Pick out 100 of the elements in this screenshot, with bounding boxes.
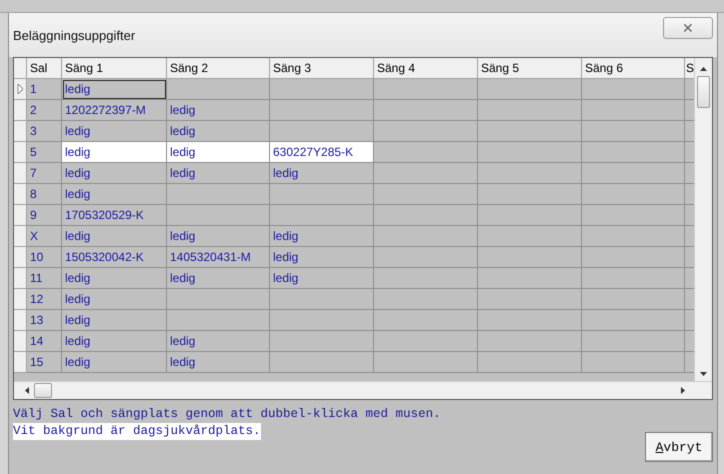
empty-cell[interactable] bbox=[374, 289, 478, 310]
table-cell[interactable]: ledig bbox=[62, 142, 167, 163]
table-cell[interactable]: ledig bbox=[62, 331, 167, 352]
empty-cell[interactable] bbox=[478, 184, 582, 205]
table-cell[interactable]: 1705320529-K bbox=[62, 205, 167, 226]
table-cell[interactable]: ledig bbox=[167, 163, 270, 184]
empty-cell[interactable] bbox=[374, 121, 478, 142]
row-selector[interactable] bbox=[14, 310, 27, 331]
row-selector[interactable] bbox=[14, 226, 27, 247]
empty-cell[interactable] bbox=[582, 184, 685, 205]
column-header[interactable]: S bbox=[685, 58, 694, 79]
table-cell[interactable]: 630227Y285-K bbox=[270, 142, 374, 163]
empty-cell[interactable] bbox=[478, 331, 582, 352]
empty-cell[interactable] bbox=[374, 184, 478, 205]
cancel-button[interactable]: Avbryt bbox=[645, 432, 713, 462]
empty-cell[interactable] bbox=[582, 247, 685, 268]
table-cell[interactable]: 1505320042-K bbox=[62, 247, 167, 268]
empty-cell[interactable] bbox=[374, 226, 478, 247]
empty-cell[interactable] bbox=[167, 184, 270, 205]
empty-cell[interactable] bbox=[374, 247, 478, 268]
row-selector[interactable] bbox=[14, 142, 27, 163]
empty-cell[interactable] bbox=[167, 79, 270, 100]
empty-cell[interactable] bbox=[270, 205, 374, 226]
row-selector[interactable] bbox=[14, 331, 27, 352]
table-cell[interactable]: ledig bbox=[270, 247, 374, 268]
empty-cell[interactable] bbox=[374, 79, 478, 100]
empty-cell[interactable] bbox=[478, 79, 582, 100]
scroll-thumb[interactable] bbox=[697, 76, 710, 108]
table-cell[interactable]: ledig bbox=[62, 184, 167, 205]
table-cell[interactable]: ledig bbox=[167, 352, 270, 373]
row-selector[interactable] bbox=[14, 121, 27, 142]
table-cell[interactable]: ledig bbox=[62, 79, 167, 100]
table-cell[interactable]: ledig bbox=[270, 163, 374, 184]
column-header[interactable]: Säng 5 bbox=[478, 58, 582, 79]
empty-cell[interactable] bbox=[167, 289, 270, 310]
column-header[interactable]: Säng 3 bbox=[270, 58, 374, 79]
empty-cell[interactable] bbox=[478, 289, 582, 310]
column-header[interactable]: Säng 4 bbox=[374, 58, 478, 79]
row-selector[interactable] bbox=[14, 100, 27, 121]
close-button[interactable]: ✕ bbox=[663, 17, 713, 39]
row-selector[interactable] bbox=[14, 79, 27, 100]
column-header[interactable]: Sal bbox=[27, 58, 62, 79]
empty-cell[interactable] bbox=[478, 226, 582, 247]
empty-cell[interactable] bbox=[167, 205, 270, 226]
empty-cell[interactable] bbox=[582, 121, 685, 142]
column-header[interactable]: Säng 6 bbox=[582, 58, 685, 79]
empty-cell[interactable] bbox=[478, 100, 582, 121]
vertical-scrollbar[interactable] bbox=[694, 58, 712, 381]
empty-cell[interactable] bbox=[374, 268, 478, 289]
empty-cell[interactable] bbox=[270, 310, 374, 331]
table-cell[interactable]: ledig bbox=[62, 352, 167, 373]
row-selector[interactable] bbox=[14, 205, 27, 226]
table-cell[interactable]: ledig bbox=[167, 100, 270, 121]
table-cell[interactable]: ledig bbox=[167, 331, 270, 352]
column-header[interactable]: Säng 2 bbox=[167, 58, 270, 79]
table-cell[interactable]: ledig bbox=[62, 268, 167, 289]
empty-cell[interactable] bbox=[582, 226, 685, 247]
table-cell[interactable]: ledig bbox=[167, 142, 270, 163]
scroll-thumb[interactable] bbox=[34, 383, 52, 398]
empty-cell[interactable] bbox=[582, 163, 685, 184]
empty-cell[interactable] bbox=[582, 268, 685, 289]
row-selector[interactable] bbox=[14, 268, 27, 289]
empty-cell[interactable] bbox=[478, 268, 582, 289]
row-selector[interactable] bbox=[14, 184, 27, 205]
empty-cell[interactable] bbox=[478, 142, 582, 163]
empty-cell[interactable] bbox=[478, 163, 582, 184]
empty-cell[interactable] bbox=[582, 289, 685, 310]
empty-cell[interactable] bbox=[270, 79, 374, 100]
table-cell[interactable]: ledig bbox=[62, 163, 167, 184]
table-cell[interactable]: ledig bbox=[167, 268, 270, 289]
empty-cell[interactable] bbox=[167, 310, 270, 331]
table-cell[interactable]: ledig bbox=[62, 226, 167, 247]
empty-cell[interactable] bbox=[478, 352, 582, 373]
empty-cell[interactable] bbox=[582, 310, 685, 331]
empty-cell[interactable] bbox=[374, 100, 478, 121]
table-cell[interactable]: ledig bbox=[167, 226, 270, 247]
empty-cell[interactable] bbox=[374, 205, 478, 226]
table-cell[interactable]: 1405320431-M bbox=[167, 247, 270, 268]
empty-cell[interactable] bbox=[582, 352, 685, 373]
empty-cell[interactable] bbox=[270, 289, 374, 310]
row-selector[interactable] bbox=[14, 163, 27, 184]
empty-cell[interactable] bbox=[270, 100, 374, 121]
empty-cell[interactable] bbox=[478, 205, 582, 226]
empty-cell[interactable] bbox=[270, 352, 374, 373]
empty-cell[interactable] bbox=[582, 331, 685, 352]
empty-cell[interactable] bbox=[270, 184, 374, 205]
empty-cell[interactable] bbox=[374, 163, 478, 184]
empty-cell[interactable] bbox=[374, 331, 478, 352]
row-selector[interactable] bbox=[14, 247, 27, 268]
row-selector[interactable] bbox=[14, 352, 27, 373]
empty-cell[interactable] bbox=[478, 121, 582, 142]
empty-cell[interactable] bbox=[582, 79, 685, 100]
empty-cell[interactable] bbox=[374, 352, 478, 373]
empty-cell[interactable] bbox=[582, 142, 685, 163]
table-cell[interactable]: ledig bbox=[62, 289, 167, 310]
empty-cell[interactable] bbox=[270, 331, 374, 352]
table-cell[interactable]: ledig bbox=[62, 310, 167, 331]
empty-cell[interactable] bbox=[582, 100, 685, 121]
table-cell[interactable]: ledig bbox=[270, 226, 374, 247]
empty-cell[interactable] bbox=[374, 310, 478, 331]
